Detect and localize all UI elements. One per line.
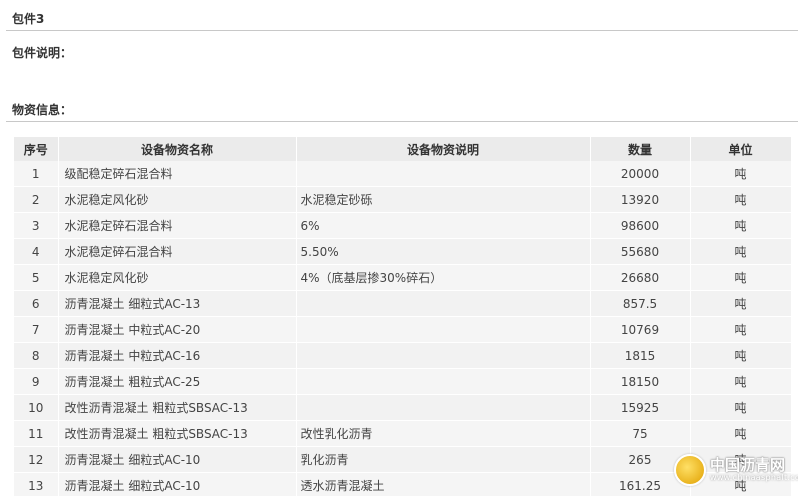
cell-no: 6 xyxy=(14,290,59,317)
table-row: 5 水泥稳定风化砂 4%（底基层掺30%碎石） 26680 吨 xyxy=(14,264,792,291)
cell-unit: 吨 xyxy=(690,394,792,421)
cell-desc xyxy=(296,394,591,421)
cell-desc xyxy=(296,290,591,317)
cell-name: 水泥稳定风化砂 xyxy=(58,186,297,213)
cell-desc: 乳化沥青 xyxy=(296,446,591,473)
cell-qty: 15925 xyxy=(590,394,691,421)
cell-desc: 改性乳化沥青 xyxy=(296,420,591,447)
cell-unit: 吨 xyxy=(690,342,792,369)
cell-qty: 13920 xyxy=(590,186,691,213)
materials-info-label: 物资信息： xyxy=(12,103,73,117)
package-description-label: 包件说明： xyxy=(12,46,73,60)
cell-unit: 吨 xyxy=(690,238,792,265)
table-row: 11 改性沥青混凝土 粗粒式SBSAC-13 改性乳化沥青 75 吨 xyxy=(14,420,792,447)
cell-no: 3 xyxy=(14,212,59,239)
table-row: 7 沥青混凝土 中粒式AC-20 10769 吨 xyxy=(14,316,792,343)
table-row: 9 沥青混凝土 粗粒式AC-25 18150 吨 xyxy=(14,368,792,395)
cell-qty: 26680 xyxy=(590,264,691,291)
site-watermark: 中国沥青网 www.chinaasphalt.com xyxy=(674,452,798,488)
cell-no: 10 xyxy=(14,394,59,421)
cell-name: 沥青混凝土 中粒式AC-16 xyxy=(58,342,297,369)
cell-desc: 水泥稳定砂砾 xyxy=(296,186,591,213)
cell-name: 沥青混凝土 粗粒式AC-25 xyxy=(58,368,297,395)
table-row: 2 水泥稳定风化砂 水泥稳定砂砾 13920 吨 xyxy=(14,186,792,213)
header-name: 设备物资名称 xyxy=(58,137,297,161)
cell-unit: 吨 xyxy=(690,264,792,291)
cell-qty: 10769 xyxy=(590,316,691,343)
cell-unit: 吨 xyxy=(690,212,792,239)
cell-qty: 18150 xyxy=(590,368,691,395)
materials-table: 序号 设备物资名称 设备物资说明 数量 单位 1 级配稳定碎石混合料 20000 吨 2… xyxy=(14,137,792,496)
cell-no: 2 xyxy=(14,186,59,213)
header-no: 序号 xyxy=(14,137,59,161)
cell-desc xyxy=(296,342,591,369)
cell-name: 水泥稳定碎石混合料 xyxy=(58,212,297,239)
cell-desc: 4%（底基层掺30%碎石） xyxy=(296,264,591,291)
table-row: 6 沥青混凝土 细粒式AC-13 857.5 吨 xyxy=(14,290,792,317)
cell-name: 沥青混凝土 细粒式AC-10 xyxy=(58,446,297,473)
cell-qty: 55680 xyxy=(590,238,691,265)
cell-no: 8 xyxy=(14,342,59,369)
cell-unit: 吨 xyxy=(690,186,792,213)
table-row: 3 水泥稳定碎石混合料 6% 98600 吨 xyxy=(14,212,792,239)
cell-unit: 吨 xyxy=(690,290,792,317)
cell-no: 4 xyxy=(14,238,59,265)
header-desc: 设备物资说明 xyxy=(296,137,591,161)
cell-name: 沥青混凝土 中粒式AC-20 xyxy=(58,316,297,343)
watermark-domain: www.chinaasphalt.com xyxy=(710,472,798,482)
cell-qty: 75 xyxy=(590,420,691,447)
cell-desc: 5.50% xyxy=(296,238,591,265)
asphalt-logo-icon xyxy=(674,454,706,486)
cell-qty: 857.5 xyxy=(590,290,691,317)
cell-no: 11 xyxy=(14,420,59,447)
table-row: 10 改性沥青混凝土 粗粒式SBSAC-13 15925 吨 xyxy=(14,394,792,421)
cell-no: 13 xyxy=(14,472,59,496)
cell-name: 改性沥青混凝土 粗粒式SBSAC-13 xyxy=(58,420,297,447)
cell-desc: 6% xyxy=(296,212,591,239)
table-row: 4 水泥稳定碎石混合料 5.50% 55680 吨 xyxy=(14,238,792,265)
cell-name: 沥青混凝土 细粒式AC-13 xyxy=(58,290,297,317)
cell-qty: 20000 xyxy=(590,161,691,187)
table-row: 1 级配稳定碎石混合料 20000 吨 xyxy=(14,161,792,187)
cell-name: 级配稳定碎石混合料 xyxy=(58,161,297,187)
cell-no: 12 xyxy=(14,446,59,473)
cell-name: 水泥稳定风化砂 xyxy=(58,264,297,291)
cell-unit: 吨 xyxy=(690,316,792,343)
package-title: 包件3 xyxy=(12,12,45,26)
cell-qty: 98600 xyxy=(590,212,691,239)
cell-unit: 吨 xyxy=(690,161,792,187)
cell-no: 7 xyxy=(14,316,59,343)
cell-name: 改性沥青混凝土 粗粒式SBSAC-13 xyxy=(58,394,297,421)
cell-qty: 1815 xyxy=(590,342,691,369)
cell-desc xyxy=(296,316,591,343)
cell-unit: 吨 xyxy=(690,368,792,395)
table-row: 8 沥青混凝土 中粒式AC-16 1815 吨 xyxy=(14,342,792,369)
watermark-name: 中国沥青网 xyxy=(710,456,786,475)
divider xyxy=(6,30,798,31)
header-unit: 单位 xyxy=(690,137,792,161)
cell-no: 1 xyxy=(14,161,59,187)
cell-desc xyxy=(296,368,591,395)
cell-name: 水泥稳定碎石混合料 xyxy=(58,238,297,265)
cell-desc xyxy=(296,161,591,187)
table-header-row: 序号 设备物资名称 设备物资说明 数量 单位 xyxy=(14,137,792,161)
cell-no: 9 xyxy=(14,368,59,395)
divider xyxy=(6,121,798,122)
cell-unit: 吨 xyxy=(690,420,792,447)
header-qty: 数量 xyxy=(590,137,691,161)
cell-desc: 透水沥青混凝土 xyxy=(296,472,591,496)
cell-name: 沥青混凝土 细粒式AC-10 xyxy=(58,472,297,496)
cell-no: 5 xyxy=(14,264,59,291)
